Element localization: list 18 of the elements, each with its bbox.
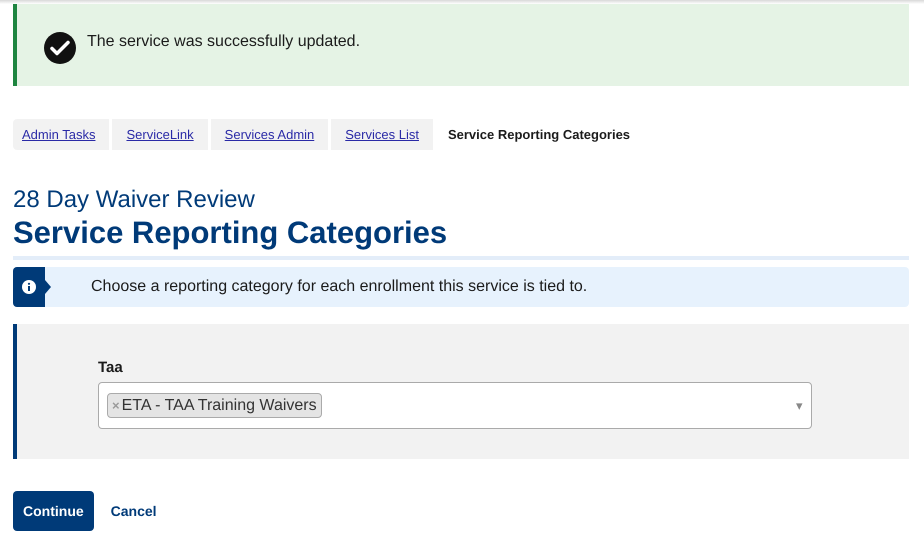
info-icon [13, 267, 51, 307]
alert-message: The service was successfully updated. [87, 32, 360, 52]
multiselect-field[interactable]: ×ETA - TAA Training Waivers ▾ [98, 382, 812, 429]
cancel-link[interactable]: Cancel [110, 500, 157, 522]
continue-button[interactable]: Continue [13, 491, 94, 531]
page-title: Service Reporting Categories [13, 214, 448, 252]
dropdown-arrow-icon[interactable]: ▾ [796, 396, 803, 416]
page-subtitle: 28 Day Waiver Review [13, 186, 256, 214]
breadcrumb-current: Service Reporting Categories [446, 126, 630, 144]
info-text: Choose a reporting category for each enrollment this service is tied to. [91, 277, 588, 297]
breadcrumb-link[interactable]: Admin Tasks [13, 119, 110, 150]
checkmark-icon [43, 31, 77, 65]
selected-tag[interactable]: ×ETA - TAA Training Waivers [107, 393, 322, 418]
field-label: Taa [98, 358, 124, 378]
tag-label: ETA - TAA Training Waivers [122, 396, 317, 416]
breadcrumb-link[interactable]: ServiceLink [112, 119, 208, 150]
breadcrumb-link[interactable]: Services List [331, 119, 433, 150]
breadcrumb-link[interactable]: Services Admin [210, 119, 328, 150]
